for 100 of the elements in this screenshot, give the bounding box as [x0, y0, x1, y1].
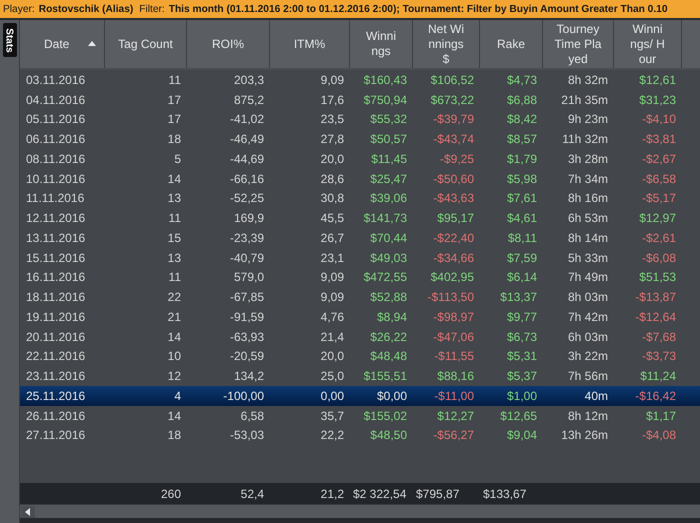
table-cell-text: -91,59 — [228, 310, 265, 324]
table-row[interactable]: 18.11.2016 22 -67,85 9,09 $52,88 -$113,50 $13,37 8h 03m -$13,87 — [20, 287, 700, 307]
table-row[interactable]: 08.11.2016 5 -44,69 20,0 $11,45 -$9,25 $1,79 3h 28m -$2,67 — [20, 149, 700, 169]
table-cell-text: 13h 26m — [560, 428, 609, 442]
table-cell-text: 17,6 — [320, 92, 345, 107]
table-cell-text: 03.11.2016 — [25, 72, 86, 87]
table-cell-text: 8h 16m — [566, 191, 609, 206]
column-header[interactable]: ITM% — [270, 20, 350, 68]
table-cell-text: -$16,42 — [634, 388, 677, 403]
table-cell-text: -46,49 — [228, 132, 265, 146]
table-row[interactable]: 20.11.2016 14 -63,93 21,4 $26,22 -$47,06 $6,73 6h 03m -$7,68 — [20, 326, 700, 346]
table-cell-text: 9h 23m — [566, 112, 609, 126]
table-cell-text: 169,9 — [232, 211, 265, 226]
table-cell-text: 11 — [168, 270, 182, 284]
table-cell-text: 17 — [166, 92, 182, 107]
table-row[interactable]: 06.11.2016 18 -46,49 27,8 $50,57 -$43,74 $8,57 11h 32m -$3,81 — [20, 129, 700, 149]
total-cell-text: 52,4 — [240, 486, 265, 500]
table-row[interactable]: 26.11.2016 14 6,58 35,7 $155,02 $12,27 $12,65 8h 12m $1,17 — [20, 406, 700, 426]
table-cell-text: -$11,55 — [433, 349, 475, 364]
table-cell-text: $12,27 — [436, 408, 475, 423]
table-row[interactable]: 10.11.2016 14 -66,16 28,6 $25,47 -$50,60 $5,98 7h 34m -$6,58 — [20, 168, 700, 188]
table-row[interactable]: 11.11.2016 13 -52,25 30,8 $39,06 -$43,63 $7,61 8h 16m -$5,17 — [20, 188, 700, 208]
table-row[interactable]: 16.11.2016 11 579,0 9,09 $472,55 $402,95 $6,14 7h 49m $51,53 — [20, 268, 700, 288]
table-row[interactable]: 27.11.2016 18 -53,03 22,2 $48,50 -$56,27 $9,04 13h 26m -$4,08 — [20, 426, 700, 446]
table-row[interactable]: 04.11.2016 17 875,2 17,6 $750,94 $673,22 $6,88 21h 35m $31,23 — [20, 90, 700, 110]
table-row[interactable]: 03.11.2016 11 203,3 9,09 $160,43 $106,52 $4,73 8h 32m $12,61 — [20, 70, 700, 90]
table-cell-text: $4,73 — [506, 72, 538, 87]
table-cell-text: $7,61 — [506, 191, 538, 206]
table-cell-text: 06.11.2016 — [25, 132, 86, 146]
table-cell-text: -$98,97 — [432, 310, 475, 324]
table-cell-text: 8h 14m — [566, 230, 609, 245]
table-cell-text: -$7,68 — [640, 330, 677, 344]
table-cell-text: $25,47 — [369, 172, 408, 186]
table-cell-text: $31,23 — [638, 92, 677, 107]
table-cell-text: $141,73 — [362, 211, 408, 226]
table-cell-text: $106,52 — [430, 72, 475, 87]
table-cell-text: -$39,79 — [432, 112, 475, 126]
table-cell-text: $673,22 — [430, 92, 475, 107]
table-cell-text: -100,00 — [222, 388, 265, 403]
table-cell-text: -$6,08 — [640, 250, 677, 265]
table-cell-text: $26,22 — [369, 330, 408, 344]
table-cell-text: 21,4 — [320, 330, 345, 344]
column-header[interactable]: Date — [20, 20, 105, 68]
column-header[interactable]: Tourney Time Played — [543, 20, 614, 68]
column-header[interactable]: Rake — [480, 20, 543, 68]
table-cell-text: 579,0 — [232, 270, 265, 284]
table-cell-text: 13 — [166, 250, 182, 265]
column-header[interactable]: Winnings — [350, 20, 413, 68]
table-cell-text: -$2,61 — [640, 230, 677, 245]
table-cell-text: $70,44 — [369, 230, 408, 245]
table-row[interactable]: 19.11.2016 21 -91,59 4,76 $8,94 -$98,97 $9,77 7h 42m -$12,64 — [20, 307, 700, 327]
table-cell-text: $7,59 — [506, 250, 538, 265]
table-cell-text: 20,0 — [320, 349, 345, 364]
column-header[interactable]: Winnings/ Hour — [614, 20, 682, 68]
table-cell-text: -$56,27 — [432, 428, 475, 442]
table-cell-text: $12,97 — [638, 211, 677, 226]
table-cell-text: 30,8 — [320, 191, 345, 206]
table-cell-text: 25.11.2016 — [25, 388, 86, 403]
table-row[interactable]: 12.11.2016 11 169,9 45,5 $141,73 $95,17 $4,61 6h 53m $12,97 — [20, 208, 700, 228]
table-cell-text: $12,61 — [638, 72, 677, 87]
filter-label: Player: — [3, 4, 35, 14]
table-cell-text: 21h 35m — [560, 92, 609, 107]
total-cell-text: 260 — [160, 486, 182, 500]
table-cell-text: $6,88 — [506, 92, 538, 107]
table-cell-text: -$12,64 — [634, 310, 677, 324]
table-cell-text: 8h 32m — [566, 72, 609, 87]
column-header[interactable]: ROI% — [187, 20, 270, 68]
table-cell-text: -$11,00 — [433, 388, 475, 403]
column-header[interactable]: Net Winnings $ — [413, 20, 480, 68]
table-cell-text: -53,03 — [228, 428, 265, 442]
table-row[interactable]: 13.11.2016 15 -23,39 26,7 $70,44 -$22,40 $8,11 8h 14m -$2,61 — [20, 228, 700, 248]
scroll-left-icon[interactable] — [21, 506, 35, 518]
horizontal-scrollbar[interactable] — [20, 504, 700, 518]
table-cell-text: -67,85 — [228, 290, 265, 304]
table-cell-text: 16.11.2016 — [25, 270, 86, 284]
table-cell-text: 27,8 — [320, 132, 345, 146]
table-cell-text: -$4,08 — [640, 428, 677, 442]
table-cell-text: 14 — [166, 408, 182, 423]
table-cell-text: 11 — [168, 211, 182, 226]
filter-value: Rostovschik (Alias) — [38, 4, 134, 14]
table-cell-text: $11,24 — [639, 369, 677, 384]
table-cell-text: -40,79 — [228, 250, 265, 265]
table-cell-text: $9,04 — [506, 428, 538, 442]
table-cell-text: -$22,40 — [432, 230, 475, 245]
table-cell-text: $750,94 — [362, 92, 408, 107]
table-cell-text: 10 — [166, 349, 182, 364]
table-cell-text: $402,95 — [430, 270, 475, 284]
table-cell-text: 20.11.2016 — [25, 330, 86, 344]
table-cell-text: 5h 33m — [566, 250, 609, 265]
table-cell-text: 18 — [166, 428, 182, 442]
table-cell-text: $8,57 — [506, 132, 538, 146]
table-row[interactable]: 15.11.2016 13 -40,79 23,1 $49,03 -$34,66 $7,59 5h 33m -$6,08 — [20, 248, 700, 268]
selected-table-row[interactable]: 25.11.2016 4 -100,00 0,00 $0,00 -$11,00 $1,00 40m -$16,42 — [20, 386, 700, 406]
table-cell-text: 04.11.2016 — [25, 92, 86, 107]
column-header[interactable]: Tag Count — [105, 20, 187, 68]
table-row[interactable]: 23.11.2016 12 134,2 25,0 $155,51 $88,16 $5,37 7h 56m $11,24 — [20, 366, 700, 386]
filter-label: Filter: — [139, 4, 165, 14]
table-row[interactable]: 05.11.2016 17 -41,02 23,5 $55,32 -$39,79 $8,42 9h 23m -$4,10 — [20, 110, 700, 130]
stats-tab[interactable]: Stats — [2, 23, 16, 57]
table-row[interactable]: 22.11.2016 10 -20,59 20,0 $48,48 -$11,55 $5,31 3h 22m -$3,73 — [20, 346, 700, 366]
